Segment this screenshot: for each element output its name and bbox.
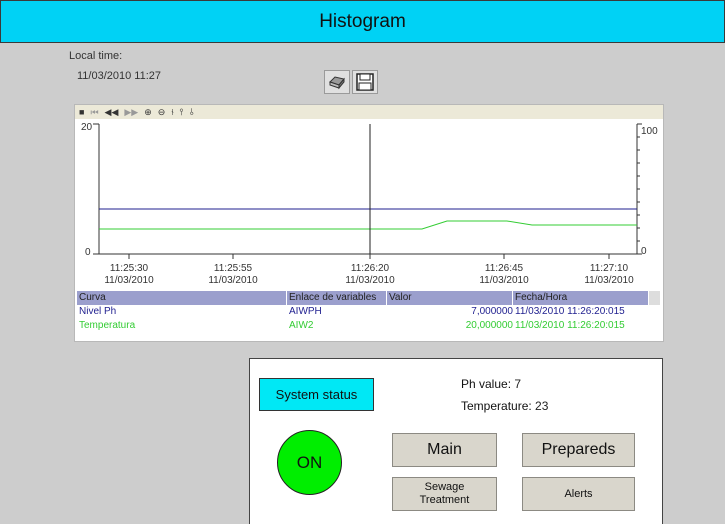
right-axis-ticks [637, 123, 642, 255]
row-datetime: 11/03/2010 11:26:20:015 [515, 306, 625, 317]
row-datetime: 11/03/2010 11:26:20:015 [515, 320, 625, 331]
trend-toolbar: ■ ⏮ ◀◀ ▶▶ ⊕ ⊖ ⫮ ⫯ ⫰ [75, 105, 663, 119]
ruler-up-icon[interactable]: ⫯ [180, 105, 184, 119]
value-table: Curva Enlace de variables Valor Fecha/Ho… [77, 291, 661, 333]
date-tick-label: 11/03/2010 [479, 275, 529, 286]
left-axis-min: 0 [85, 247, 91, 258]
column-curve[interactable]: Curva [77, 291, 287, 305]
column-value[interactable]: Valor [387, 291, 513, 305]
sewage-label-line1: Sewage [424, 481, 465, 493]
printer-icon[interactable] [324, 70, 350, 94]
time-axis-ticks [128, 254, 610, 259]
sewage-label-line2: Treatment [419, 494, 470, 506]
row-value: 7,000000 [471, 306, 513, 317]
temperature-row: Temperature: 23 [461, 399, 548, 413]
time-tick-label: 11:25:30 [110, 263, 149, 274]
temperature-value: 23 [535, 399, 549, 413]
save-disk-icon[interactable] [352, 70, 378, 94]
time-tick-label: 11:26:20 [351, 263, 390, 274]
trend-view: ■ ⏮ ◀◀ ▶▶ ⊕ ⊖ ⫮ ⫯ ⫰ 20 0 100 0 11:25:30 … [74, 104, 664, 342]
main-button[interactable]: Main [392, 433, 497, 467]
right-axis-max: 100 [641, 126, 658, 137]
zoom-in-icon[interactable]: ⊕ [144, 105, 152, 119]
forward-icon[interactable]: ▶▶ [124, 105, 138, 119]
row-curve: Temperatura [79, 320, 136, 331]
page-title: Histogram [319, 10, 406, 32]
first-icon[interactable]: ⏮ [90, 105, 98, 119]
left-axis-max: 20 [81, 122, 93, 133]
on-status-lamp: ON [277, 430, 342, 495]
local-time-value: 11/03/2010 11:27 [77, 70, 162, 82]
date-tick-label: 11/03/2010 [584, 275, 634, 286]
table-row[interactable]: Temperatura AIW2 20,000000 11/03/2010 11… [77, 319, 661, 333]
stop-icon[interactable]: ■ [79, 105, 84, 119]
ruler-icon[interactable]: ⫮ [171, 105, 173, 119]
trend-chart: 20 0 100 0 11:25:30 11/03/2010 11:25:55 … [81, 122, 658, 286]
row-link: AIWPH [289, 306, 322, 317]
table-header: Curva Enlace de variables Valor Fecha/Ho… [77, 291, 661, 305]
temperature-series-line [99, 220, 637, 230]
print-save-toolbar [324, 70, 378, 94]
local-time-label: Local time: [69, 50, 123, 62]
table-scroll-corner [649, 291, 661, 305]
ph-value: 7 [514, 377, 522, 391]
row-value: 20,000000 [465, 320, 513, 331]
ph-value-label: Ph value: [461, 377, 512, 391]
title-bar: Histogram [0, 0, 725, 43]
ph-value-row: Ph value: 7 [461, 377, 521, 391]
date-tick-label: 11/03/2010 [208, 275, 258, 286]
sewage-treatment-button[interactable]: Sewage Treatment [392, 477, 497, 511]
date-tick-label: 11/03/2010 [104, 275, 154, 286]
temperature-label: Temperature: [461, 399, 532, 413]
time-tick-label: 11:27:10 [590, 263, 629, 274]
time-tick-label: 11:26:45 [485, 263, 524, 274]
column-datetime[interactable]: Fecha/Hora [513, 291, 649, 305]
zoom-out-icon[interactable]: ⊖ [158, 105, 166, 119]
row-link: AIW2 [289, 320, 314, 331]
ruler-down-icon[interactable]: ⫰ [190, 105, 194, 119]
prepareds-button[interactable]: Prepareds [522, 433, 635, 467]
time-tick-label: 11:25:55 [214, 263, 253, 274]
right-axis-min: 0 [641, 246, 647, 257]
alerts-button[interactable]: Alerts [522, 477, 635, 511]
control-panel: System status Ph value: 7 Temperature: 2… [249, 358, 663, 524]
date-tick-label: 11/03/2010 [345, 275, 395, 286]
column-link[interactable]: Enlace de variables [287, 291, 387, 305]
rewind-icon[interactable]: ◀◀ [105, 105, 119, 119]
system-status-indicator: System status [259, 378, 374, 411]
table-row[interactable]: Nivel Ph AIWPH 7,000000 11/03/2010 11:26… [77, 305, 661, 319]
row-curve: Nivel Ph [79, 306, 117, 317]
